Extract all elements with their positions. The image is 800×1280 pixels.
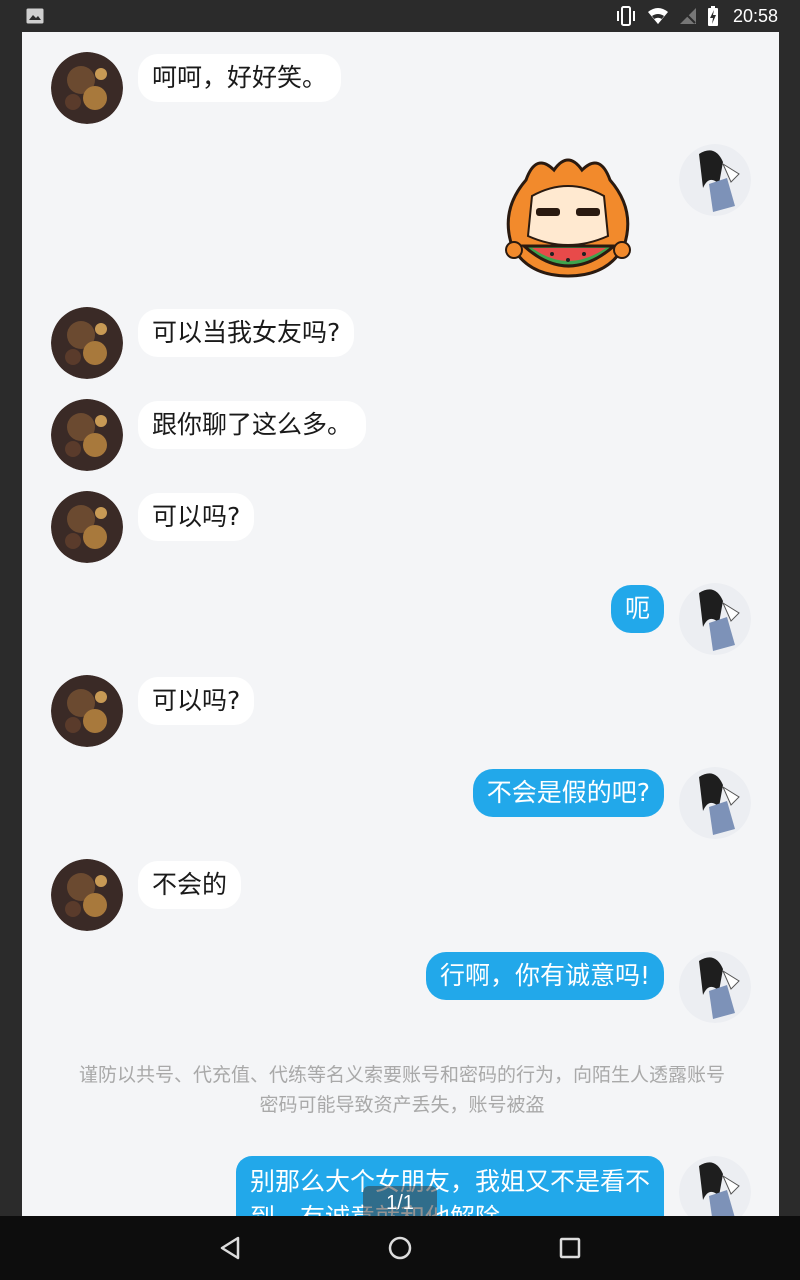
vibrate-icon	[616, 6, 635, 26]
message-bubble-incoming[interactable]: 不会的	[138, 861, 242, 909]
contact-avatar[interactable]	[51, 675, 123, 747]
battery-charging-icon	[707, 6, 718, 26]
clock: 20:58	[732, 5, 778, 26]
security-notice: 谨防以共号、代充值、代练等名义索要账号和密码的行为，向陌生人透露账号密码可能导致…	[78, 1064, 725, 1116]
recents-icon[interactable]	[554, 1232, 586, 1264]
no-signal-icon	[679, 8, 696, 24]
home-icon[interactable]	[384, 1232, 416, 1264]
message-bubble-incoming[interactable]: 呵呵，好好笑。	[138, 54, 342, 102]
user-avatar[interactable]	[679, 144, 751, 216]
message-bubble-incoming[interactable]: 可以吗?	[138, 493, 255, 541]
message-bubble-incoming[interactable]: 跟你聊了这么多。	[138, 401, 367, 449]
navigation-bar	[0, 1216, 800, 1280]
contact-avatar[interactable]	[51, 859, 123, 931]
contact-avatar[interactable]	[51, 399, 123, 471]
user-avatar[interactable]	[679, 767, 751, 839]
message-bubble-outgoing[interactable]: 呃	[610, 585, 664, 633]
wifi-icon	[647, 8, 668, 24]
contact-avatar[interactable]	[51, 491, 123, 563]
orange-cat-eating-watermelon-sticker[interactable]	[496, 150, 640, 284]
back-icon[interactable]	[214, 1232, 246, 1264]
contact-avatar[interactable]	[51, 307, 123, 379]
status-bar: 20:58	[0, 0, 800, 32]
contact-avatar[interactable]	[51, 52, 123, 124]
image-icon	[26, 8, 44, 24]
message-bubble-incoming[interactable]: 可以当我女友吗?	[138, 309, 355, 357]
message-bubble-incoming[interactable]: 可以吗?	[138, 677, 255, 725]
user-avatar[interactable]	[679, 583, 751, 655]
user-avatar[interactable]	[679, 951, 751, 1023]
chat-area[interactable]: 呵呵，好好笑。 可以当我女友吗? 跟你聊了这么多。 可以吗? 呃 可以吗? 不会…	[22, 32, 779, 1248]
message-bubble-outgoing[interactable]: 行啊，你有诚意吗!	[425, 952, 664, 1000]
page-indicator: 1/1	[363, 1186, 437, 1220]
message-bubble-outgoing[interactable]: 不会是假的吧?	[472, 769, 664, 817]
